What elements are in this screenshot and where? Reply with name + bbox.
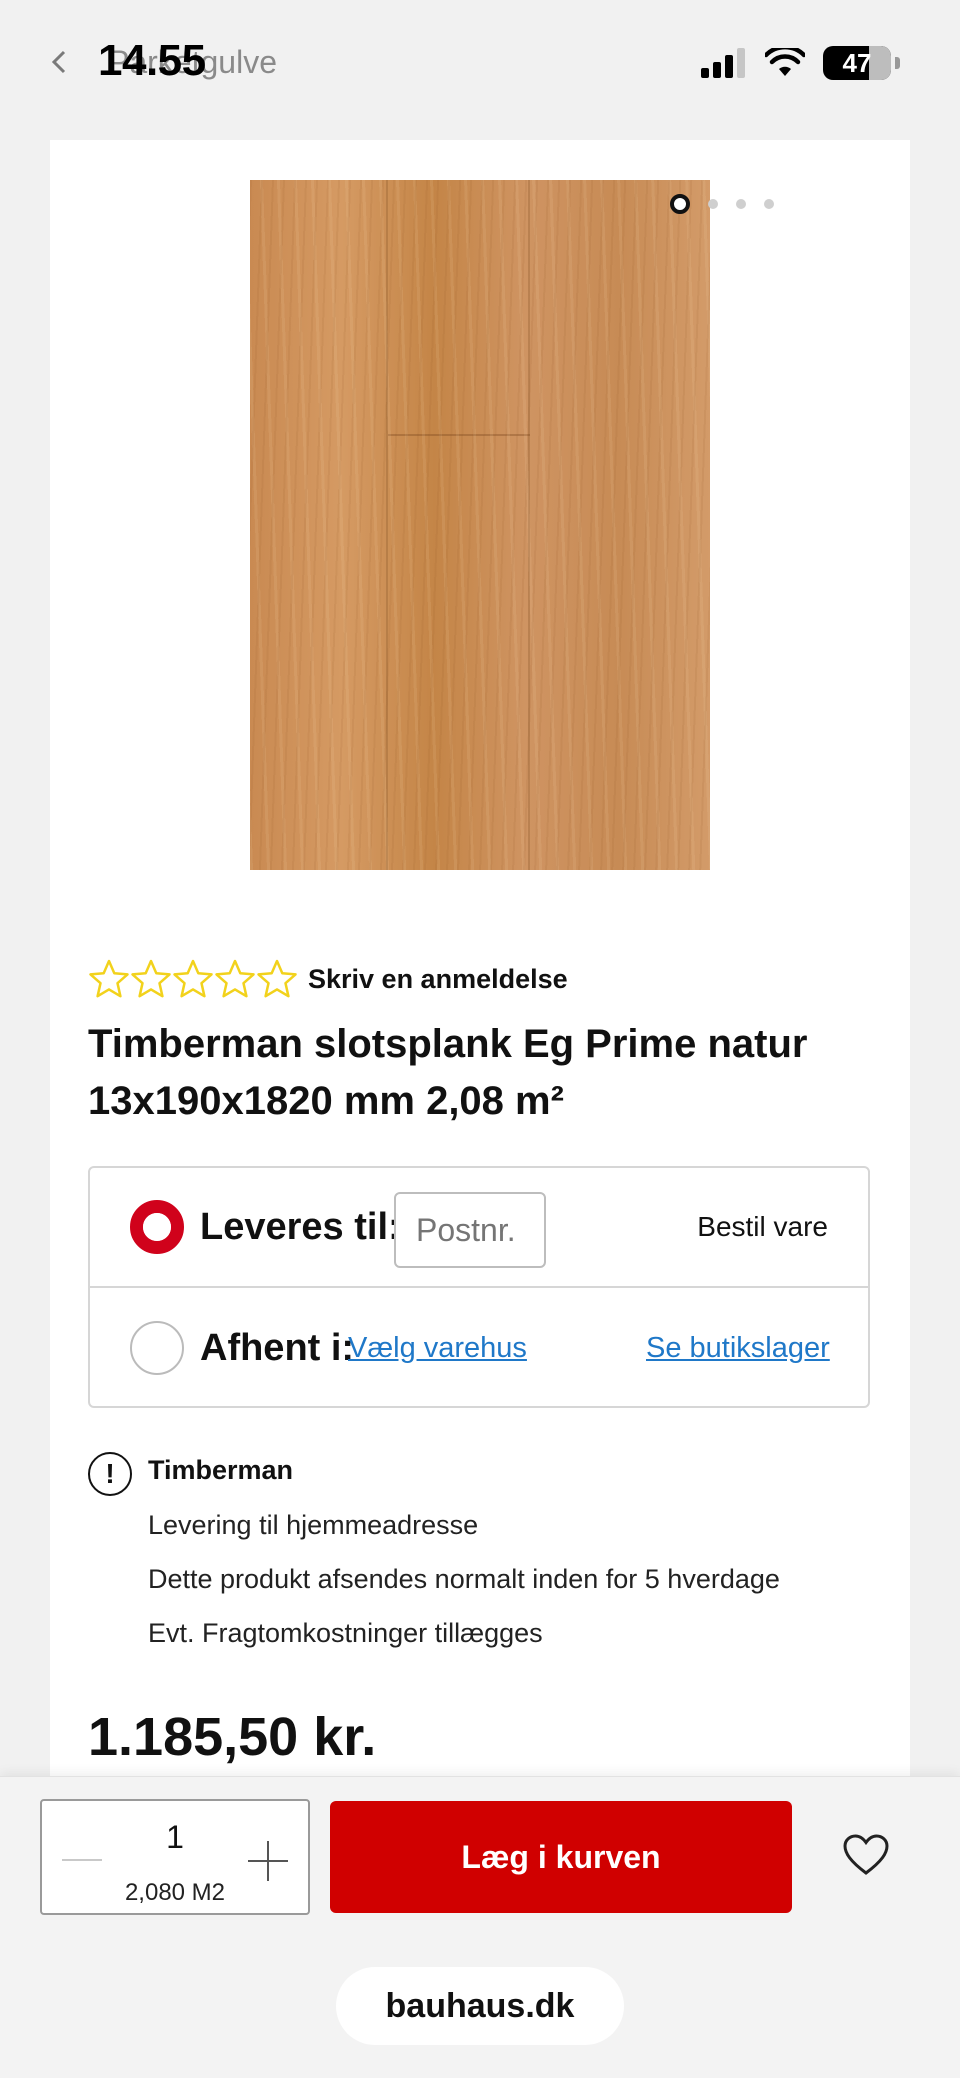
battery-cap — [895, 57, 900, 69]
pickup-label: Afhent i: — [200, 1326, 355, 1369]
add-to-cart-button[interactable]: Læg i kurven — [330, 1801, 792, 1913]
pagination-dot[interactable] — [764, 199, 774, 209]
delivery-option-pickup[interactable]: Afhent i: Vælg varehus Se butikslager — [90, 1288, 868, 1408]
pagination-dot-active[interactable] — [670, 194, 690, 214]
store-stock-link[interactable]: Se butikslager — [646, 1332, 830, 1365]
info-line: Dette produkt afsendes normalt inden for… — [148, 1564, 780, 1594]
favorite-heart-icon[interactable] — [842, 1833, 890, 1877]
status-icons: 47 — [701, 46, 900, 80]
info-title: Timberman — [148, 1455, 294, 1485]
info-line: Levering til hjemmeadresse — [148, 1510, 479, 1540]
star-icon[interactable] — [256, 958, 298, 1000]
wood-grain — [250, 180, 710, 870]
product-image[interactable] — [250, 180, 710, 870]
product-card: Skriv en anmeldelse Timberman slotsplank… — [50, 140, 910, 1780]
status-bar: Parketgulve 14.55 47 — [0, 0, 960, 130]
cart-bar: 1 2,080 M2 Læg i kurven bauhaus.dk — [0, 1776, 960, 2078]
battery-icon: 47 — [823, 46, 891, 80]
info-exclamation-icon: ! — [88, 1452, 132, 1496]
order-item-text: Bestil vare — [697, 1211, 828, 1242]
clock: 14.55 — [98, 36, 206, 85]
rating-stars[interactable] — [88, 958, 298, 1000]
delivery-radio-selected[interactable] — [130, 1200, 184, 1254]
info-line: Evt. Fragtomkostninger tillægges — [148, 1618, 543, 1648]
star-icon[interactable] — [172, 958, 214, 1000]
deliver-to-label: Leveres til: — [200, 1205, 401, 1248]
star-icon[interactable] — [88, 958, 130, 1000]
pickup-radio[interactable] — [130, 1321, 184, 1375]
delivery-options: Leveres til: Bestil vare Afhent i: Vælg … — [88, 1166, 870, 1408]
product-title: Timberman slotsplank Eg Prime natur 13x1… — [88, 1022, 808, 1123]
cellular-signal-icon — [701, 48, 745, 78]
pagination-dot[interactable] — [708, 199, 718, 209]
quantity-stepper[interactable]: 1 2,080 M2 — [40, 1799, 310, 1915]
decrease-quantity-button[interactable] — [62, 1859, 102, 1861]
browser-url-bar[interactable]: bauhaus.dk — [336, 1967, 624, 2045]
postcode-input[interactable] — [394, 1192, 546, 1268]
product-price: 1.185,50 kr. — [88, 1707, 377, 1767]
delivery-option-home[interactable]: Leveres til: Bestil vare — [90, 1168, 868, 1288]
gallery-pagination — [670, 194, 774, 214]
rating-row: Skriv en anmeldelse — [88, 958, 568, 1000]
write-review-link[interactable]: Skriv en anmeldelse — [308, 964, 568, 995]
quantity-unit-amount: 2,080 M2 — [124, 1879, 226, 1906]
choose-store-link[interactable]: Vælg varehus — [348, 1332, 527, 1365]
wifi-icon — [765, 48, 805, 76]
star-icon[interactable] — [130, 958, 172, 1000]
pagination-dot[interactable] — [736, 199, 746, 209]
increase-quantity-button[interactable] — [248, 1841, 288, 1881]
battery-level: 47 — [842, 47, 872, 78]
back-chevron-icon[interactable] — [46, 48, 74, 76]
star-icon[interactable] — [214, 958, 256, 1000]
